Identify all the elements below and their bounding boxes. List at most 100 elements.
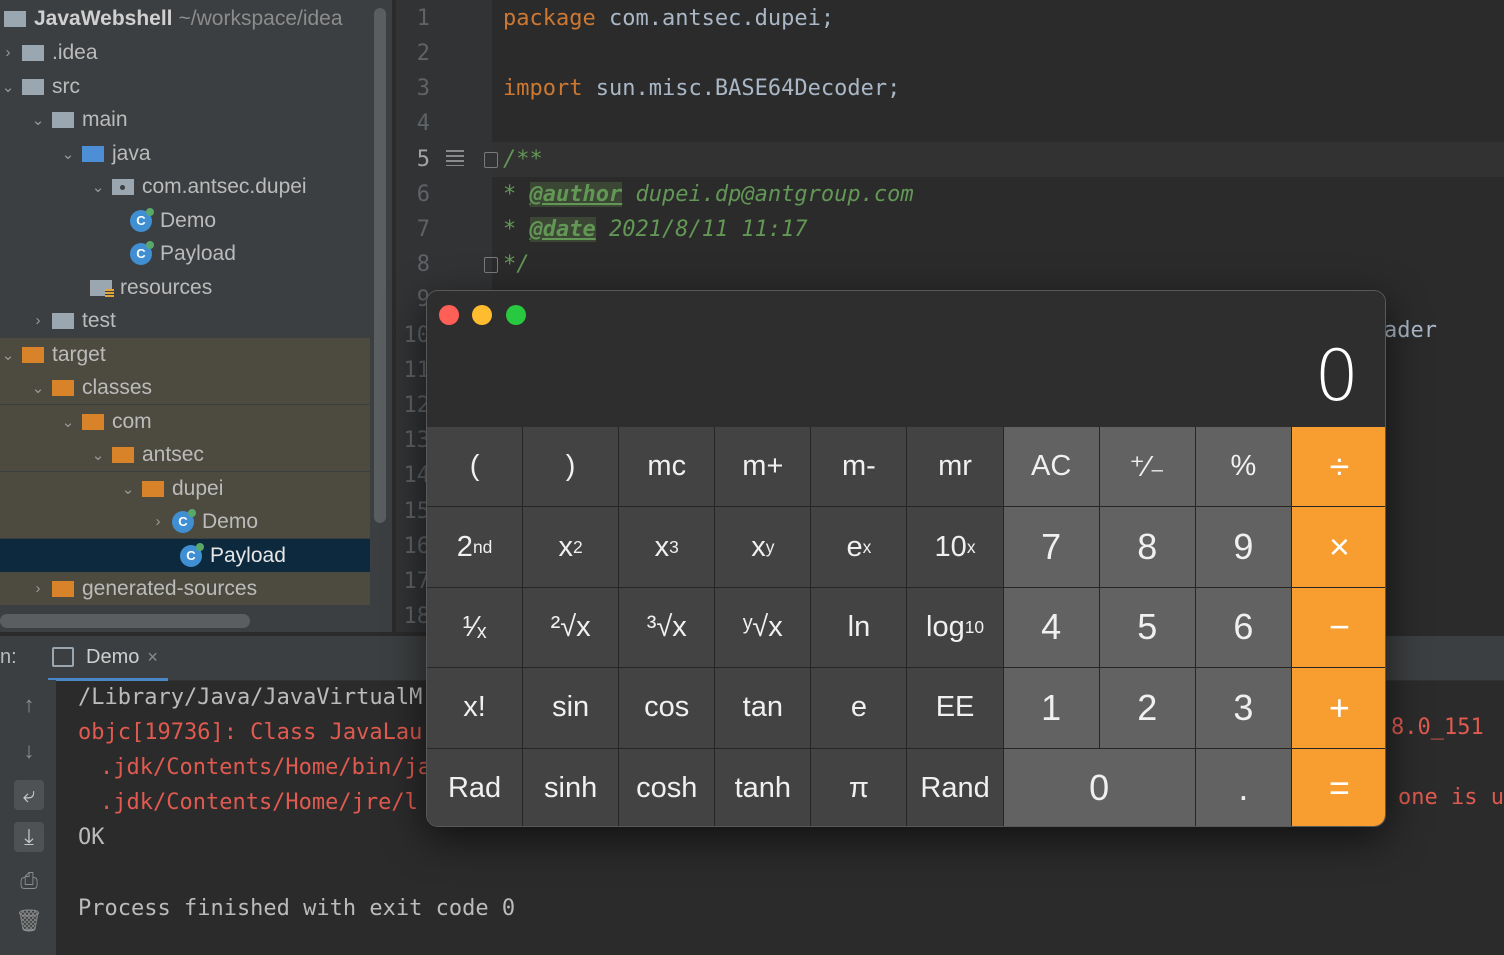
chevron-down-icon[interactable]: ⌄ — [90, 446, 106, 464]
tree-item-package[interactable]: ⌄ com.antsec.dupei — [0, 170, 392, 203]
tree-item-demo-class[interactable]: › C Demo — [0, 505, 370, 538]
key-m-plus[interactable]: m+ — [715, 427, 811, 507]
class-icon: C — [180, 542, 204, 567]
key-e[interactable]: e — [811, 668, 907, 748]
key-7[interactable]: 7 — [1003, 507, 1099, 587]
key-subtract[interactable]: − — [1291, 587, 1385, 668]
chevron-down-icon[interactable]: ⌄ — [90, 178, 106, 196]
tree-item-com[interactable]: ⌄ com — [0, 405, 370, 438]
key-2nd[interactable]: 2nd — [427, 507, 523, 587]
key-ln[interactable]: ln — [811, 587, 907, 668]
key-decimal[interactable]: . — [1195, 748, 1291, 826]
key-cos[interactable]: cos — [619, 668, 715, 748]
key-x-power-y[interactable]: xy — [715, 507, 811, 587]
key-add[interactable]: + — [1291, 668, 1385, 748]
code-line-6: * @author dupei.dp@antgroup.com — [503, 182, 914, 207]
key-m-minus[interactable]: m- — [811, 427, 907, 507]
key-square-root[interactable]: ²√x — [523, 587, 619, 668]
chevron-down-icon[interactable]: ⌄ — [60, 145, 76, 163]
key-divide[interactable]: ÷ — [1291, 427, 1385, 507]
tab-demo[interactable]: Demo × — [48, 636, 168, 681]
tree-item-idea[interactable]: › .idea — [0, 36, 370, 69]
close-icon[interactable]: × — [147, 647, 158, 668]
key-plus-minus[interactable]: ⁺∕₋ — [1099, 427, 1195, 507]
chevron-down-icon[interactable]: ⌄ — [0, 78, 16, 96]
tree-item-generated-sources[interactable]: › generated-sources — [0, 572, 370, 605]
key-reciprocal[interactable]: ¹⁄ₓ — [427, 587, 523, 668]
minimize-window-button[interactable] — [472, 305, 492, 325]
key-2[interactable]: 2 — [1099, 668, 1195, 748]
chevron-right-icon[interactable]: › — [150, 513, 166, 530]
key-8[interactable]: 8 — [1099, 507, 1195, 587]
key-tanh[interactable]: tanh — [715, 748, 811, 826]
key-cube-root[interactable]: ³√x — [619, 587, 715, 668]
tree-item-main[interactable]: ⌄ main — [0, 103, 392, 136]
key-ac[interactable]: AC — [1003, 427, 1099, 507]
key-ten-power-x[interactable]: 10 x — [907, 507, 1003, 587]
key-rand[interactable]: Rand — [907, 748, 1003, 826]
key-pi[interactable]: π — [811, 748, 907, 826]
fold-start-marker[interactable] — [484, 152, 498, 168]
key-y-root[interactable]: ʸ√x — [715, 587, 811, 668]
key-mr[interactable]: mr — [907, 427, 1003, 507]
key-percent[interactable]: % — [1195, 427, 1291, 507]
key-3[interactable]: 3 — [1195, 668, 1291, 748]
tree-item-payload-source[interactable]: C Payload — [0, 237, 392, 270]
fold-end-marker[interactable] — [484, 257, 498, 273]
key-multiply[interactable]: × — [1291, 507, 1385, 587]
tree-item-src[interactable]: ⌄ src — [0, 70, 370, 103]
key-cosh[interactable]: cosh — [619, 748, 715, 826]
close-window-button[interactable] — [439, 305, 459, 325]
zoom-window-button[interactable] — [506, 305, 526, 325]
tree-item-demo-source[interactable]: C Demo — [0, 204, 392, 237]
tree-item-payload-class[interactable]: C Payload — [0, 539, 370, 572]
key-ee[interactable]: EE — [907, 668, 1003, 748]
doc-comment-icon[interactable] — [446, 150, 464, 166]
tree-item-classes[interactable]: ⌄ classes — [0, 371, 370, 404]
key-6[interactable]: 6 — [1195, 587, 1291, 668]
arrow-up-icon[interactable]: ↑ — [14, 690, 44, 720]
chevron-down-icon[interactable]: ⌄ — [0, 346, 16, 364]
key-5[interactable]: 5 — [1099, 587, 1195, 668]
tree-horizontal-scrollbar[interactable] — [0, 614, 250, 628]
chevron-right-icon[interactable]: › — [30, 580, 46, 597]
key-mc[interactable]: mc — [619, 427, 715, 507]
key-rad[interactable]: Rad — [427, 748, 523, 826]
key-e-power-x[interactable]: ex — [811, 507, 907, 587]
tree-vertical-scrollbar[interactable] — [374, 8, 386, 523]
key-equals[interactable]: = — [1291, 748, 1385, 826]
tree-item-target[interactable]: ⌄ target — [0, 338, 370, 371]
trash-icon[interactable]: 🗑 — [14, 906, 44, 936]
scroll-to-end-icon[interactable]: ⤓ — [14, 822, 44, 852]
chevron-down-icon[interactable]: ⌄ — [30, 111, 46, 129]
tree-root-javawebshell[interactable]: JavaWebshell ~/workspace/idea — [0, 2, 370, 35]
soft-wrap-icon[interactable]: ⤶ — [14, 780, 44, 810]
arrow-down-icon[interactable]: ↓ — [14, 736, 44, 766]
chevron-down-icon[interactable]: ⌄ — [120, 480, 136, 498]
key-0[interactable]: 0 — [1003, 748, 1195, 826]
key-sinh[interactable]: sinh — [523, 748, 619, 826]
print-icon[interactable]: ⎙ — [14, 866, 44, 896]
key-tan[interactable]: tan — [715, 668, 811, 748]
tree-item-java[interactable]: ⌄ java — [0, 137, 392, 170]
tree-item-resources[interactable]: resources — [0, 271, 392, 304]
chevron-down-icon[interactable]: ⌄ — [30, 379, 46, 397]
line-number: 8 — [416, 252, 430, 277]
tree-item-dupei[interactable]: ⌄ dupei — [0, 472, 370, 505]
tree-item-antsec[interactable]: ⌄ antsec — [0, 438, 370, 471]
key-x-squared[interactable]: x2 — [523, 507, 619, 587]
tree-item-test[interactable]: › test — [0, 304, 392, 337]
chevron-right-icon[interactable]: › — [0, 44, 16, 61]
key-close-paren[interactable]: ) — [523, 427, 619, 507]
chevron-down-icon[interactable]: ⌄ — [60, 413, 76, 431]
key-sin[interactable]: sin — [523, 668, 619, 748]
chevron-right-icon[interactable]: › — [30, 312, 46, 329]
key-x-cubed[interactable]: x3 — [619, 507, 715, 587]
key-4[interactable]: 4 — [1003, 587, 1099, 668]
key-9[interactable]: 9 — [1195, 507, 1291, 587]
key-open-paren[interactable]: ( — [427, 427, 523, 507]
tree-item-label: main — [82, 107, 128, 131]
key-1[interactable]: 1 — [1003, 668, 1099, 748]
key-factorial[interactable]: x! — [427, 668, 523, 748]
key-log10[interactable]: log 10 — [907, 587, 1003, 668]
